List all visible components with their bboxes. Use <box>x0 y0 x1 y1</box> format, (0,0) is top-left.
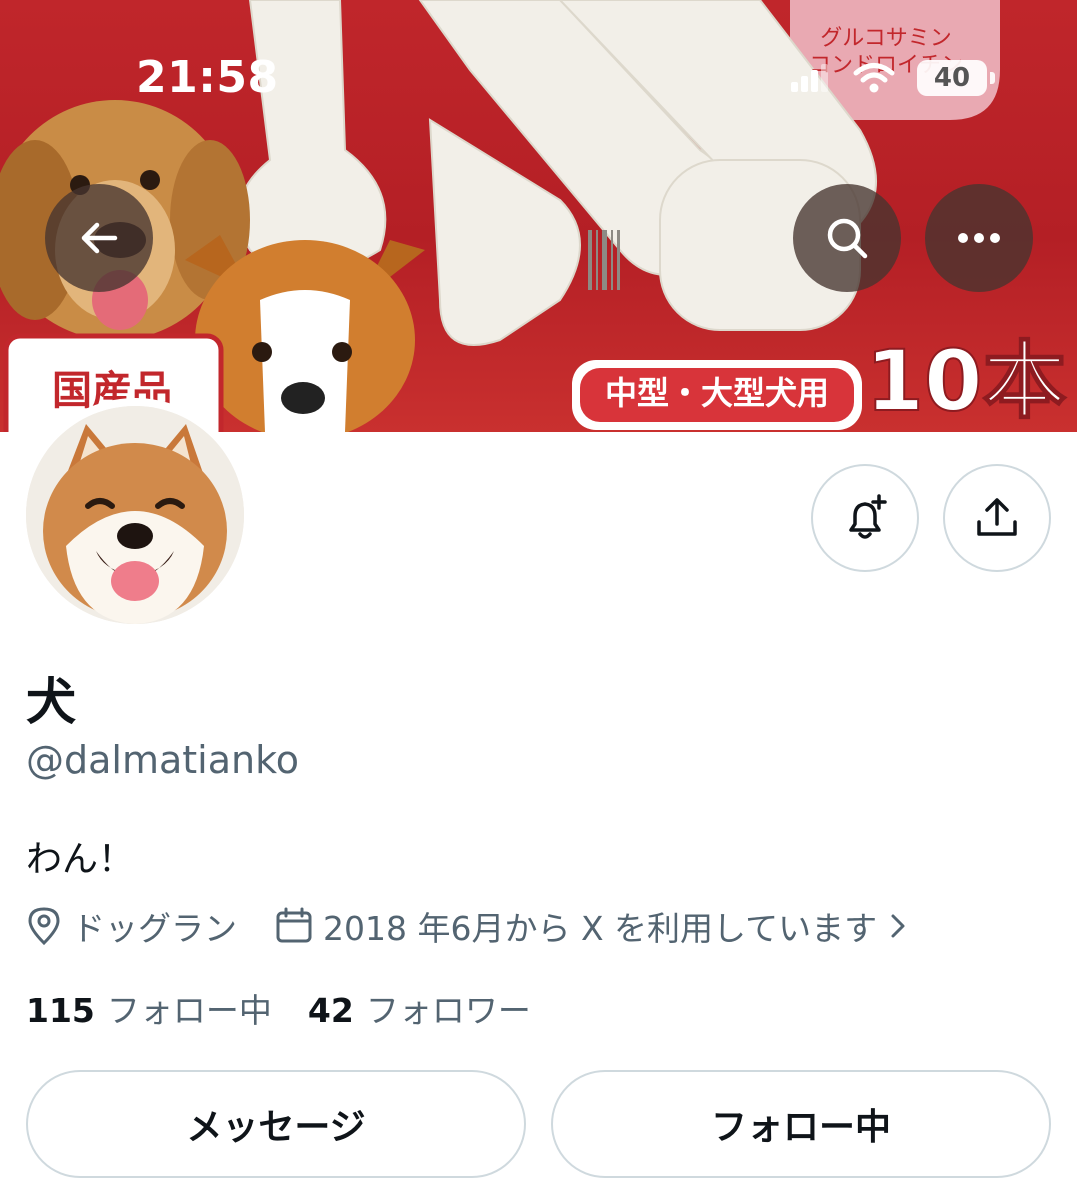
chevron-right-icon <box>891 914 905 938</box>
banner-label-count: 10本 <box>866 332 1067 430</box>
joined-text: 2018 年6月から X を利用しています <box>323 909 878 948</box>
profile-meta: ドッグラン 2018 年6月から X を利用しています <box>26 902 909 950</box>
message-button[interactable]: メッセージ <box>26 1070 526 1178</box>
follow-stats: 115 フォロー中 42 フォロワー <box>26 984 531 1032</box>
following-count[interactable]: 115 <box>26 991 95 1030</box>
share-icon <box>977 498 1017 536</box>
avatar[interactable] <box>18 398 252 632</box>
back-button[interactable] <box>45 184 153 292</box>
profile-banner[interactable]: 国産品 中型・大型犬用 10本 グルコサミン コンドロイチン 21:58 40 <box>0 0 1077 432</box>
calendar-icon <box>276 907 312 943</box>
search-icon <box>827 218 868 259</box>
followers-count[interactable]: 42 <box>308 991 354 1030</box>
display-name: 犬 <box>26 673 76 731</box>
user-handle: @dalmatianko <box>26 738 299 782</box>
more-icon <box>958 233 1000 243</box>
search-button[interactable] <box>793 184 901 292</box>
status-time: 21:58 <box>136 52 279 103</box>
more-button[interactable] <box>925 184 1033 292</box>
location-pin-icon <box>28 907 60 946</box>
status-icons: 40 <box>791 60 995 96</box>
joined-item[interactable]: 2018 年6月から X を利用しています <box>275 902 909 950</box>
notify-button[interactable] <box>811 464 919 572</box>
battery-icon: 40 <box>917 60 995 96</box>
bio: わん！ <box>26 839 135 880</box>
following-button[interactable]: フォロー中 <box>551 1070 1051 1178</box>
avatar-image <box>26 406 244 624</box>
bell-plus-icon <box>849 494 887 539</box>
followers-label[interactable]: フォロワー <box>366 984 531 1032</box>
cellular-signal-icon <box>791 64 828 92</box>
back-arrow-icon <box>81 222 118 254</box>
share-button[interactable] <box>943 464 1051 572</box>
following-label[interactable]: フォロー中 <box>107 984 272 1032</box>
banner-label-size: 中型・大型犬用 <box>605 374 829 412</box>
location-text: ドッグラン <box>72 909 237 948</box>
wifi-icon <box>853 63 895 93</box>
location-item: ドッグラン <box>26 902 237 950</box>
banner-label-ingredients-1: グルコサミン <box>820 26 952 51</box>
